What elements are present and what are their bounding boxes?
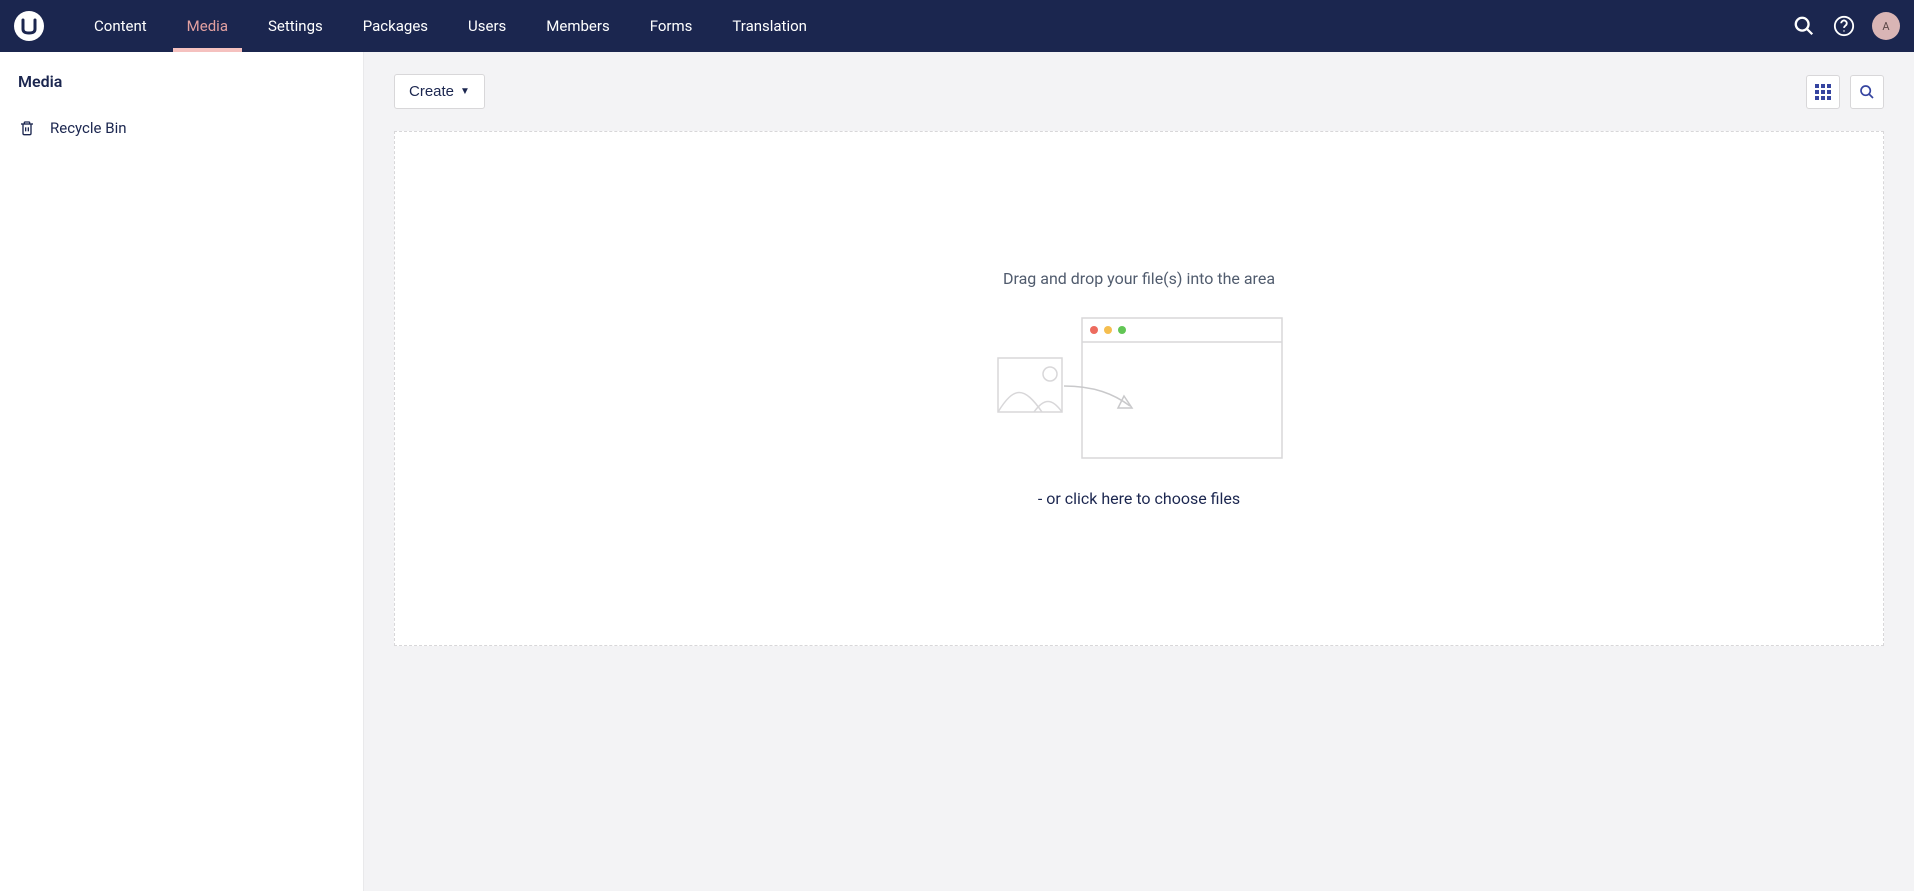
avatar-initial: A bbox=[1882, 20, 1889, 33]
nav-tab-label: Packages bbox=[363, 17, 428, 35]
nav-tab-label: Translation bbox=[732, 17, 807, 35]
sidebar-item-recycle-bin[interactable]: Recycle Bin bbox=[0, 113, 363, 143]
create-button-label: Create bbox=[409, 83, 454, 100]
sidebar: Media Recycle Bin bbox=[0, 52, 364, 891]
nav-tab-forms[interactable]: Forms bbox=[630, 0, 713, 52]
create-button[interactable]: Create ▼ bbox=[394, 74, 485, 109]
umbraco-logo-icon bbox=[19, 16, 39, 36]
trash-icon bbox=[18, 119, 36, 137]
grid-icon bbox=[1815, 84, 1831, 100]
nav-tab-settings[interactable]: Settings bbox=[248, 0, 343, 52]
dropzone-illustration bbox=[994, 316, 1284, 461]
nav-tab-label: Media bbox=[187, 17, 228, 35]
nav-tab-members[interactable]: Members bbox=[526, 0, 629, 52]
main-layout: Media Recycle Bin Create ▼ bbox=[0, 52, 1914, 891]
nav-right-actions: A bbox=[1792, 12, 1900, 40]
user-avatar[interactable]: A bbox=[1872, 12, 1900, 40]
main-content: Create ▼ bbox=[364, 52, 1914, 891]
top-navigation: Content Media Settings Packages Users Me… bbox=[0, 0, 1914, 52]
media-dropzone[interactable]: Drag and drop your file(s) into the area bbox=[394, 131, 1884, 646]
nav-tab-packages[interactable]: Packages bbox=[343, 0, 448, 52]
search-icon bbox=[1793, 15, 1815, 37]
toolbar-right bbox=[1806, 75, 1884, 109]
nav-tab-label: Content bbox=[94, 17, 147, 35]
search-icon bbox=[1859, 84, 1875, 100]
nav-tab-label: Members bbox=[546, 17, 609, 35]
dropzone-choose-files-link[interactable]: - or click here to choose files bbox=[1038, 489, 1240, 508]
nav-tab-translation[interactable]: Translation bbox=[712, 0, 827, 52]
nav-tab-label: Settings bbox=[268, 17, 323, 35]
nav-tab-label: Users bbox=[468, 17, 506, 35]
nav-tabs: Content Media Settings Packages Users Me… bbox=[74, 0, 827, 52]
global-search-button[interactable] bbox=[1792, 14, 1816, 38]
nav-tab-media[interactable]: Media bbox=[167, 0, 248, 52]
sidebar-item-label: Recycle Bin bbox=[50, 119, 127, 137]
dropzone-instruction: Drag and drop your file(s) into the area bbox=[1003, 269, 1275, 288]
sidebar-title: Media bbox=[0, 72, 363, 113]
search-media-button[interactable] bbox=[1850, 75, 1884, 109]
caret-down-icon: ▼ bbox=[460, 86, 470, 97]
help-icon bbox=[1833, 15, 1855, 37]
grid-view-button[interactable] bbox=[1806, 75, 1840, 109]
nav-tab-content[interactable]: Content bbox=[74, 0, 167, 52]
toolbar: Create ▼ bbox=[372, 74, 1906, 131]
help-button[interactable] bbox=[1832, 14, 1856, 38]
nav-tab-users[interactable]: Users bbox=[448, 0, 526, 52]
app-logo[interactable] bbox=[14, 11, 44, 41]
nav-tab-label: Forms bbox=[650, 17, 693, 35]
